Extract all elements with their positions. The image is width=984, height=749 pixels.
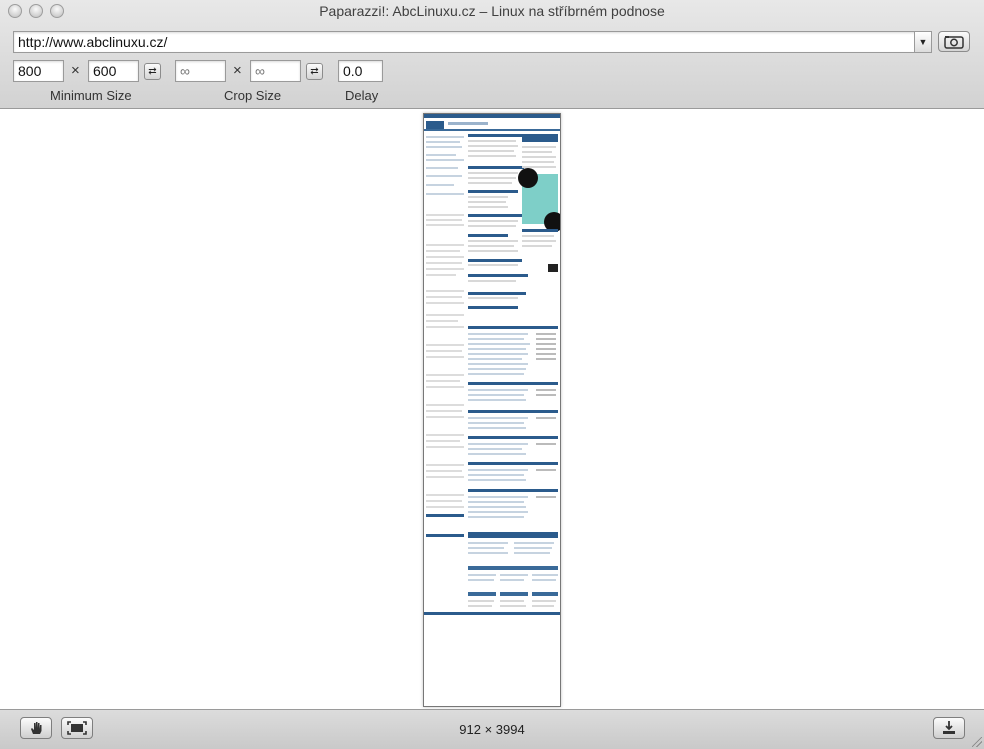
crop-size-times: × — [233, 62, 242, 79]
save-image-button[interactable] — [933, 717, 965, 739]
swap-min-size-button[interactable]: ⇄ — [144, 63, 161, 80]
app-window: Paparazzi!: AbcLinuxu.cz – Linux na stří… — [0, 0, 984, 749]
window-title: Paparazzi!: AbcLinuxu.cz – Linux na stří… — [319, 3, 665, 19]
resize-grip[interactable] — [972, 737, 982, 747]
bottom-bar: 912 × 3994 — [0, 709, 984, 749]
delay-label: Delay — [345, 88, 379, 103]
webpage-thumbnail-image — [424, 114, 560, 706]
download-icon — [943, 721, 955, 734]
swap-icon: ⇄ — [310, 66, 319, 77]
url-history-dropdown[interactable]: ▼ — [914, 32, 931, 52]
capture-button[interactable] — [938, 31, 970, 52]
chevron-down-icon: ▼ — [918, 37, 928, 47]
toolbar: Paparazzi!: AbcLinuxu.cz – Linux na stří… — [0, 0, 984, 109]
url-input[interactable] — [14, 32, 914, 52]
crop-width-field[interactable] — [175, 60, 226, 82]
screenshot-preview[interactable] — [423, 113, 561, 707]
min-size-label: Minimum Size — [50, 88, 132, 103]
swap-icon: ⇄ — [148, 66, 157, 77]
preview-area — [0, 110, 984, 709]
url-combobox[interactable]: ▼ — [13, 31, 932, 53]
crop-size-label: Crop Size — [224, 88, 282, 103]
min-width-field[interactable] — [13, 60, 64, 82]
min-size-times: × — [71, 62, 80, 79]
crop-height-field[interactable] — [250, 60, 301, 82]
swap-crop-size-button[interactable]: ⇄ — [306, 63, 323, 80]
image-dimensions: 912 × 3994 — [459, 722, 525, 737]
delay-field[interactable] — [338, 60, 383, 82]
camera-icon — [944, 35, 964, 49]
min-height-field[interactable] — [88, 60, 139, 82]
